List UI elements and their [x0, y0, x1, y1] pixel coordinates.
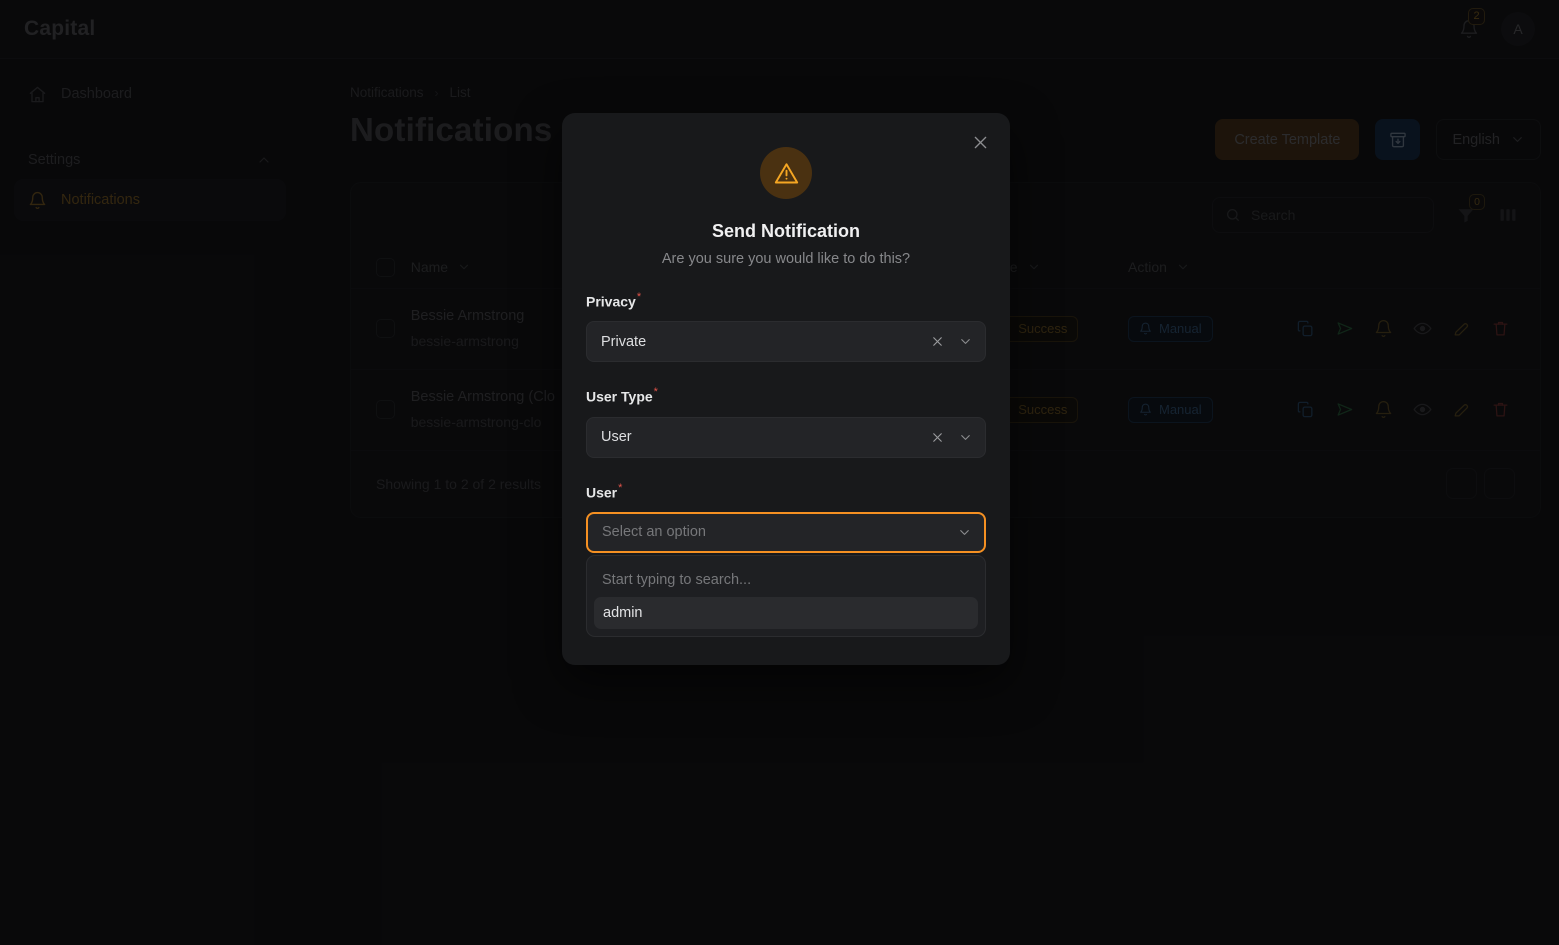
user-select-controls	[957, 525, 972, 540]
modal-title: Send Notification	[712, 221, 860, 241]
user-select[interactable]: Select an option	[586, 511, 986, 553]
field-label-user: User*	[586, 481, 623, 500]
close-icon	[971, 133, 990, 152]
field-privacy: Privacy* Private	[586, 291, 986, 363]
send-notification-modal: Send Notification Are you sure you would…	[562, 113, 1010, 665]
modal-icon-badge	[760, 147, 812, 199]
field-label-privacy: Privacy*	[586, 291, 642, 310]
field-user: User* Select an option Start typing to s…	[586, 482, 986, 637]
user-type-select-controls	[930, 430, 973, 445]
user-type-select-value: User	[601, 429, 632, 446]
privacy-select-controls	[930, 334, 973, 349]
privacy-select-value: Private	[601, 333, 647, 350]
close-button[interactable]	[967, 129, 993, 155]
chevron-down-icon[interactable]	[958, 334, 973, 349]
field-label-user-type: User Type*	[586, 386, 658, 405]
app-root: Capital 2 A Dashboard Settin	[0, 0, 1559, 945]
dropdown-search-input[interactable]: Start typing to search...	[594, 563, 978, 597]
warning-triangle-icon	[773, 160, 800, 187]
clear-icon[interactable]	[930, 430, 945, 445]
field-user-type: User Type* User	[586, 386, 986, 458]
chevron-down-icon[interactable]	[958, 430, 973, 445]
dropdown-option-admin[interactable]: admin	[594, 596, 978, 629]
user-type-select[interactable]: User	[586, 416, 986, 458]
dropdown-option-label: admin	[603, 604, 643, 621]
chevron-down-icon[interactable]	[957, 525, 972, 540]
user-select-placeholder: Select an option	[602, 524, 706, 541]
modal-subtitle: Are you sure you would like to do this?	[661, 251, 911, 267]
dropdown-search-placeholder: Start typing to search...	[602, 571, 752, 588]
user-select-dropdown: Start typing to search... admin	[586, 554, 986, 637]
clear-icon[interactable]	[930, 334, 945, 349]
privacy-select[interactable]: Private	[586, 321, 986, 363]
